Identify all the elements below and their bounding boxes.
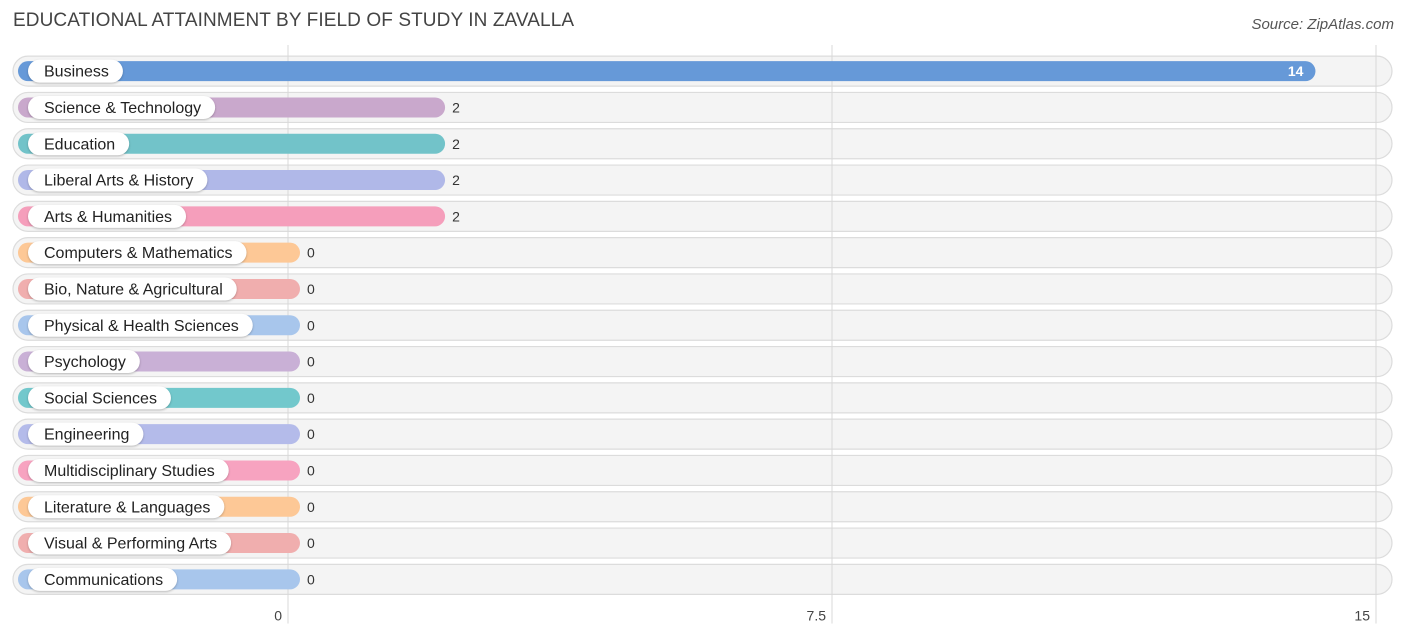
bar-group: Communications 0 — [18, 567, 315, 591]
category-label: Engineering — [44, 427, 129, 444]
bar-group: Education 2 — [18, 132, 460, 156]
value-label: 0 — [307, 462, 315, 478]
category-label: Communications — [44, 572, 163, 589]
value-label: 14 — [1288, 63, 1304, 79]
value-label: 0 — [307, 317, 315, 333]
category-label: Computers & Mathematics — [44, 245, 233, 262]
category-label: Arts & Humanities — [44, 209, 172, 226]
bar-group: Business 14 — [18, 59, 1316, 83]
value-label: 2 — [452, 172, 460, 188]
x-tick-label: 0 — [274, 608, 282, 624]
bar-group: Social Sciences 0 — [18, 386, 315, 410]
bar-group: Engineering 0 — [18, 422, 315, 446]
x-tick-label: 15 — [1354, 608, 1370, 624]
category-label: Literature & Languages — [44, 499, 210, 516]
bar-group: Physical & Health Sciences 0 — [18, 313, 315, 337]
bar-group: Science & Technology 2 — [18, 95, 460, 119]
value-label: 0 — [307, 535, 315, 551]
bar-group: Computers & Mathematics 0 — [18, 241, 315, 265]
value-label: 0 — [307, 281, 315, 297]
value-label: 0 — [307, 499, 315, 515]
bar-group: Literature & Languages 0 — [18, 495, 315, 519]
category-label: Education — [44, 136, 115, 153]
bar-group: Visual & Performing Arts 0 — [18, 531, 315, 555]
value-label: 2 — [452, 136, 460, 152]
value-label: 0 — [307, 571, 315, 587]
category-label: Bio, Nature & Agricultural — [44, 281, 223, 298]
bar — [18, 61, 1316, 82]
category-label: Visual & Performing Arts — [44, 536, 217, 553]
bar-group: Psychology 0 — [18, 350, 315, 374]
bar-group: Arts & Humanities 2 — [18, 204, 460, 228]
category-label: Science & Technology — [44, 100, 201, 117]
value-label: 0 — [307, 245, 315, 261]
category-label: Multidisciplinary Studies — [44, 463, 215, 480]
bar-group: Liberal Arts & History 2 — [18, 168, 460, 192]
bar-chart: 0 7.5 15 Business 14Science & Technology 2Ed… — [12, 45, 1393, 624]
category-label: Physical & Health Sciences — [44, 318, 239, 335]
value-label: 0 — [307, 354, 315, 370]
value-label: 0 — [307, 426, 315, 442]
category-label: Social Sciences — [44, 390, 157, 407]
category-label: Business — [44, 64, 109, 81]
x-tick-label: 7.5 — [807, 608, 827, 624]
bar-group: Bio, Nature & Agricultural 0 — [18, 277, 315, 301]
value-label: 0 — [307, 390, 315, 406]
category-label: Psychology — [44, 354, 126, 371]
value-label: 2 — [452, 208, 460, 224]
category-label: Liberal Arts & History — [44, 173, 193, 190]
bar-group: Multidisciplinary Studies 0 — [18, 458, 315, 482]
value-label: 2 — [452, 99, 460, 115]
